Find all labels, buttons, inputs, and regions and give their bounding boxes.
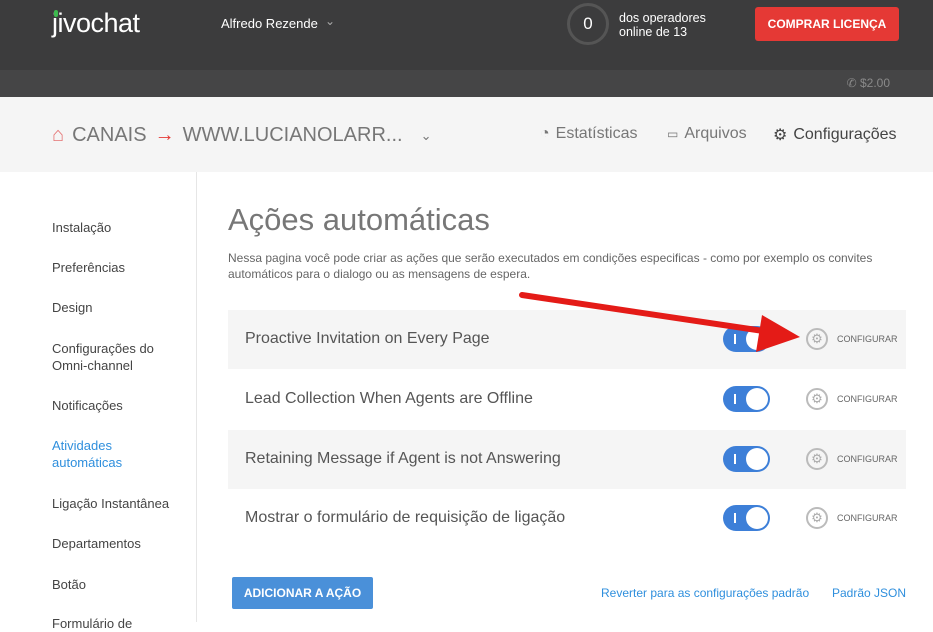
revert-defaults-link[interactable]: Reverter para as configurações padrão (601, 586, 809, 600)
default-json-link[interactable]: Padrão JSON (832, 586, 906, 600)
add-action-button[interactable]: ADICIONAR A AÇÃO (232, 577, 373, 609)
red-arrow-annotation (0, 0, 933, 622)
